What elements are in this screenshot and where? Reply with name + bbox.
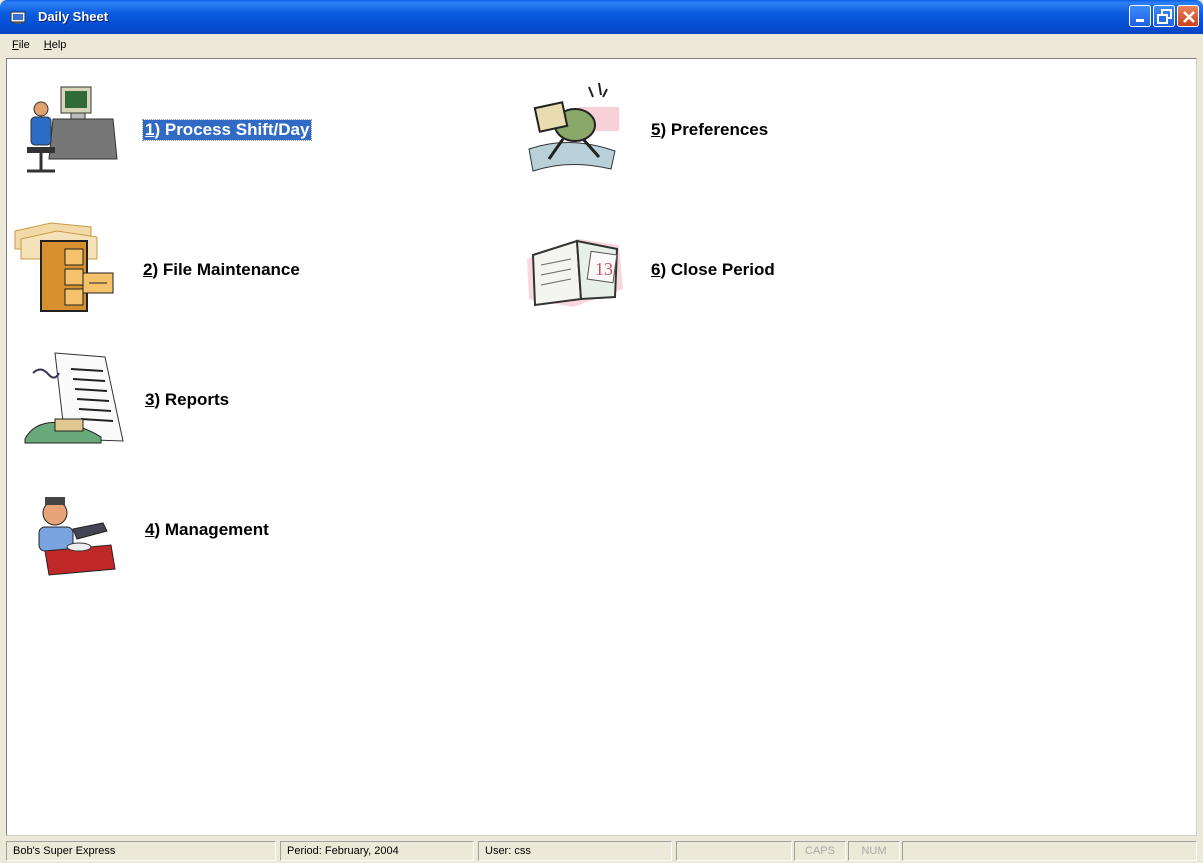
tile-label-close-period[interactable]: 6) Close Period: [651, 260, 775, 280]
status-num: NUM: [848, 841, 900, 861]
close-button[interactable]: [1177, 5, 1199, 27]
main-panel: 1) Process Shift/Day 2) File Maintenance: [6, 58, 1197, 836]
status-caps: CAPS: [794, 841, 846, 861]
status-spare: [902, 841, 1197, 861]
tile-management[interactable]: 4) Management: [15, 479, 269, 579]
tile-preferences[interactable]: 5) Preferences: [519, 79, 768, 179]
restore-icon: [1157, 9, 1172, 24]
minimize-button[interactable]: [1129, 5, 1151, 27]
window-title: Daily Sheet: [38, 9, 109, 24]
tile-label-file-maintenance[interactable]: 2) File Maintenance: [143, 260, 300, 280]
file-cabinet-icon: [14, 222, 114, 312]
tile-label-preferences[interactable]: 5) Preferences: [651, 120, 768, 140]
tile-close-period[interactable]: 13 6) Close Period: [519, 219, 775, 319]
minimize-icon: [1136, 19, 1144, 22]
calendar-icon: 13: [527, 239, 623, 307]
tile-process-shift-day[interactable]: 1) Process Shift/Day: [13, 79, 313, 179]
computer-user-icon: [27, 86, 118, 173]
status-empty: [676, 841, 792, 861]
tile-file-maintenance[interactable]: 2) File Maintenance: [11, 219, 300, 319]
status-user: User: css: [478, 841, 672, 861]
status-company: Bob's Super Express: [6, 841, 276, 861]
tile-label-management[interactable]: 4) Management: [145, 520, 269, 540]
status-period: Period: February, 2004: [280, 841, 474, 861]
menu-bar: File Help: [0, 34, 1203, 56]
menu-file[interactable]: File: [4, 39, 36, 51]
tile-reports[interactable]: 3) Reports: [15, 349, 229, 449]
tile-label-process-shift-day[interactable]: 1) Process Shift/Day: [141, 119, 313, 141]
restore-button[interactable]: [1153, 5, 1175, 27]
menu-help[interactable]: Help: [36, 39, 73, 51]
manager-icon: [38, 497, 116, 576]
close-icon: [1183, 11, 1195, 23]
svg-text:13: 13: [595, 259, 613, 279]
tile-label-reports[interactable]: 3) Reports: [145, 390, 229, 410]
reports-icon: [24, 352, 124, 444]
preferences-icon: [528, 82, 619, 172]
title-bar[interactable]: Daily Sheet: [0, 0, 1203, 34]
status-bar: Bob's Super Express Period: February, 20…: [0, 838, 1203, 863]
app-icon: [10, 11, 26, 24]
